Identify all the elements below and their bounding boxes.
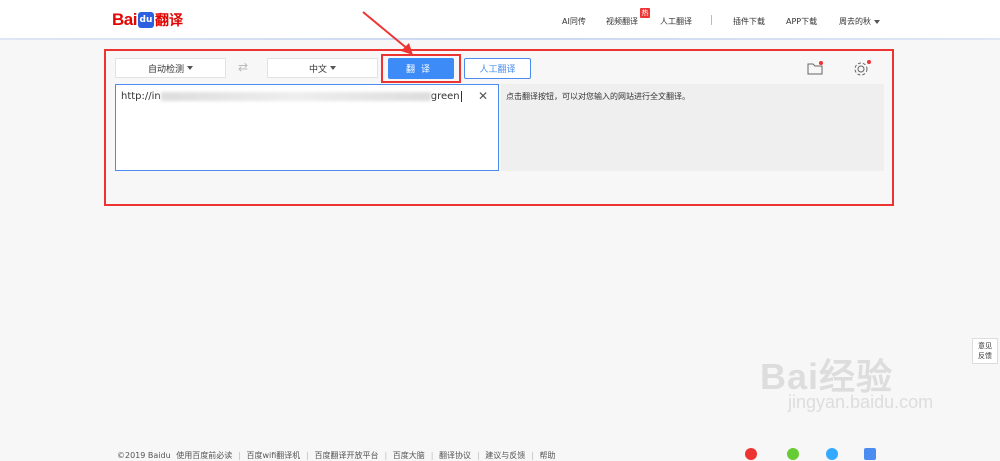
text-cursor <box>460 91 462 102</box>
blurred-url <box>160 91 431 101</box>
baidu-translate-logo[interactable]: Bai du 翻译 <box>112 10 183 30</box>
gear-icon[interactable] <box>852 59 872 77</box>
footer-link[interactable]: 翻译协议 <box>439 451 471 460</box>
copyright: ©2019 Baidu <box>117 451 171 460</box>
swap-languages-icon[interactable]: ⇄ <box>238 60 248 74</box>
target-language-label: 中文 <box>308 64 327 75</box>
human-translate-button[interactable]: 人工翻译 <box>464 58 531 79</box>
footer-link[interactable]: 建议与反馈 <box>485 451 525 460</box>
wechat-icon[interactable] <box>787 448 799 460</box>
logo-fanyi: 翻译 <box>154 13 183 29</box>
clear-input-icon[interactable]: ✕ <box>478 89 488 103</box>
url-prefix: http://in <box>121 91 161 102</box>
header-divider <box>0 38 1000 40</box>
feedback-line2: 反馈 <box>978 352 992 360</box>
source-text-content[interactable]: http://in green <box>121 91 462 102</box>
target-language-select[interactable]: 中文 <box>267 58 378 78</box>
nav-human-translate[interactable]: 人工翻译 <box>660 16 692 27</box>
hot-badge: 热 <box>640 8 650 18</box>
nav-user-menu[interactable]: 周去的秋 <box>839 16 880 27</box>
username: 周去的秋 <box>839 17 871 26</box>
watermark-url: jingyan.baidu.com <box>788 392 934 412</box>
nav-separator <box>711 15 712 25</box>
logo-bai: Bai <box>112 10 137 29</box>
source-language-label: 自动检测 <box>147 64 184 75</box>
logo-du: du <box>137 12 154 28</box>
url-suffix: green <box>430 91 460 102</box>
output-hint: 点击翻译按钮，可以对您输入的网站进行全文翻译。 <box>506 92 690 101</box>
footer-links: ©2019 Baidu 使用百度前必读 | 百度wifi翻译机 | 百度翻译开放平台… <box>117 451 556 460</box>
nav-ai-interpretation[interactable]: AI同传 <box>562 16 586 27</box>
feedback-line1: 意见 <box>978 342 992 350</box>
weibo-icon[interactable] <box>745 448 757 460</box>
footer-link[interactable]: 百度wifi翻译机 <box>246 451 300 460</box>
chevron-down-icon <box>874 19 880 24</box>
mail-icon[interactable] <box>864 448 876 460</box>
footer-link[interactable]: 使用百度前必读 <box>176 451 232 460</box>
star-folder-icon[interactable] <box>806 60 824 76</box>
chevron-down-icon <box>330 66 336 70</box>
translate-button[interactable]: 翻译 <box>388 58 454 79</box>
nav-app-download[interactable]: APP下载 <box>786 16 817 27</box>
feedback-button[interactable]: 意见 反馈 <box>972 338 998 364</box>
chevron-down-icon <box>187 66 193 70</box>
footer-link[interactable]: 帮助 <box>540 451 556 460</box>
footer-link[interactable]: 百度翻译开放平台 <box>315 451 379 460</box>
source-language-select[interactable]: 自动检测 <box>115 58 226 78</box>
footer-link[interactable]: 百度大脑 <box>393 451 425 460</box>
qq-icon[interactable] <box>826 448 838 460</box>
nav-video-translate[interactable]: 视频翻译 <box>606 16 638 27</box>
nav-plugin-download[interactable]: 插件下载 <box>733 16 765 27</box>
